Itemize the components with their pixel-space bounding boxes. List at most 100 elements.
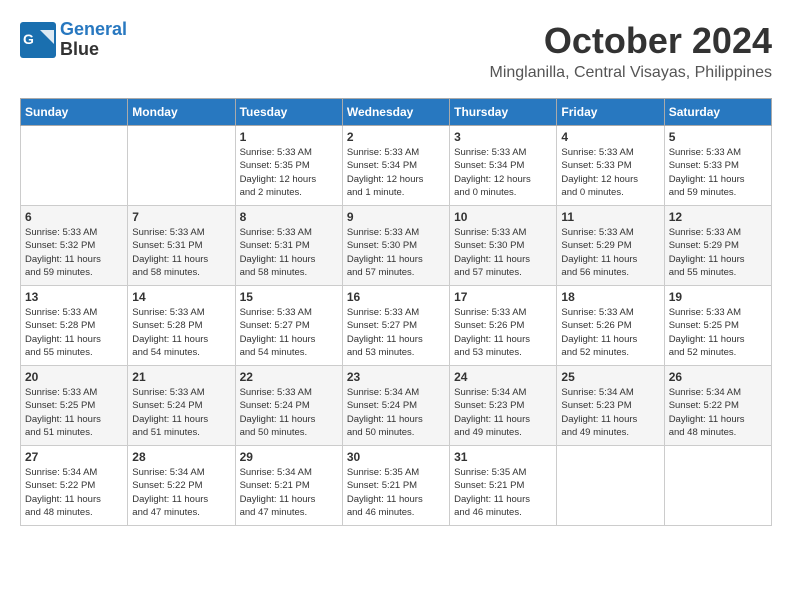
sunset-text: Sunset: 5:34 PM bbox=[454, 160, 524, 171]
sunrise-text: Sunrise: 5:33 AM bbox=[669, 307, 741, 318]
sunset-text: Sunset: 5:31 PM bbox=[240, 240, 310, 251]
week-row-4: 20Sunrise: 5:33 AMSunset: 5:25 PMDayligh… bbox=[21, 366, 772, 446]
sunset-text: Sunset: 5:21 PM bbox=[347, 480, 417, 491]
daylight-text: and 51 minutes. bbox=[25, 427, 93, 438]
col-header-saturday: Saturday bbox=[664, 99, 771, 126]
day-info: Sunrise: 5:33 AM Sunset: 5:28 PM Daylight:… bbox=[25, 306, 123, 359]
daylight-text: Daylight: 11 hours bbox=[454, 494, 530, 505]
week-row-3: 13Sunrise: 5:33 AMSunset: 5:28 PMDayligh… bbox=[21, 286, 772, 366]
sunrise-text: Sunrise: 5:34 AM bbox=[669, 387, 741, 398]
calendar-cell: 5Sunrise: 5:33 AMSunset: 5:33 PMDaylight… bbox=[664, 126, 771, 206]
day-number: 17 bbox=[454, 290, 552, 304]
daylight-text: and 0 minutes. bbox=[454, 187, 516, 198]
day-number: 4 bbox=[561, 130, 659, 144]
calendar-cell: 4Sunrise: 5:33 AMSunset: 5:33 PMDaylight… bbox=[557, 126, 664, 206]
daylight-text: and 46 minutes. bbox=[454, 507, 522, 518]
daylight-text: and 49 minutes. bbox=[454, 427, 522, 438]
sunset-text: Sunset: 5:22 PM bbox=[25, 480, 95, 491]
day-number: 26 bbox=[669, 370, 767, 384]
col-header-wednesday: Wednesday bbox=[342, 99, 449, 126]
daylight-text: and 0 minutes. bbox=[561, 187, 623, 198]
daylight-text: and 49 minutes. bbox=[561, 427, 629, 438]
sunrise-text: Sunrise: 5:33 AM bbox=[25, 307, 97, 318]
day-info: Sunrise: 5:33 AMSunset: 5:34 PMDaylight:… bbox=[347, 146, 445, 199]
sunset-text: Sunset: 5:28 PM bbox=[25, 320, 95, 331]
calendar-cell bbox=[21, 126, 128, 206]
daylight-text: Daylight: 11 hours bbox=[454, 414, 530, 425]
day-number: 7 bbox=[132, 210, 230, 224]
calendar-cell: 2Sunrise: 5:33 AMSunset: 5:34 PMDaylight… bbox=[342, 126, 449, 206]
calendar-cell: 23Sunrise: 5:34 AMSunset: 5:24 PMDayligh… bbox=[342, 366, 449, 446]
sunset-text: Sunset: 5:33 PM bbox=[669, 160, 739, 171]
sunset-text: Sunset: 5:33 PM bbox=[561, 160, 631, 171]
calendar-cell: 21Sunrise: 5:33 AMSunset: 5:24 PMDayligh… bbox=[128, 366, 235, 446]
day-number: 24 bbox=[454, 370, 552, 384]
sunrise-text: Sunrise: 5:34 AM bbox=[561, 387, 633, 398]
sunrise-text: Sunrise: 5:34 AM bbox=[454, 387, 526, 398]
day-info: Sunrise: 5:34 AMSunset: 5:23 PMDaylight:… bbox=[561, 386, 659, 439]
sunrise-text: Sunrise: 5:33 AM bbox=[454, 307, 526, 318]
sunset-text: Sunset: 5:21 PM bbox=[454, 480, 524, 491]
daylight-text: Daylight: 11 hours bbox=[669, 254, 745, 265]
daylight-text: Daylight: 11 hours bbox=[25, 334, 101, 345]
daylight-text: and 58 minutes. bbox=[240, 267, 308, 278]
sunset-text: Sunset: 5:31 PM bbox=[132, 240, 202, 251]
daylight-text: and 54 minutes. bbox=[240, 347, 308, 358]
daylight-text: Daylight: 11 hours bbox=[347, 494, 423, 505]
day-info: Sunrise: 5:34 AM Sunset: 5:23 PM Daylight:… bbox=[454, 386, 552, 439]
sunset-text: Sunset: 5:22 PM bbox=[132, 480, 202, 491]
day-number: 15 bbox=[240, 290, 338, 304]
calendar-cell: 19Sunrise: 5:33 AMSunset: 5:25 PMDayligh… bbox=[664, 286, 771, 366]
sunrise-text: Sunrise: 5:35 AM bbox=[347, 467, 419, 478]
daylight-text: and 1 minute. bbox=[347, 187, 405, 198]
sunrise-text: Sunrise: 5:33 AM bbox=[25, 387, 97, 398]
calendar-cell: 16Sunrise: 5:33 AMSunset: 5:27 PMDayligh… bbox=[342, 286, 449, 366]
daylight-text: and 48 minutes. bbox=[25, 507, 93, 518]
calendar-cell: 30Sunrise: 5:35 AMSunset: 5:21 PMDayligh… bbox=[342, 446, 449, 526]
sunset-text: Sunset: 5:29 PM bbox=[561, 240, 631, 251]
sunset-text: Sunset: 5:24 PM bbox=[240, 400, 310, 411]
day-number: 12 bbox=[669, 210, 767, 224]
day-info: Sunrise: 5:33 AMSunset: 5:28 PMDaylight:… bbox=[132, 306, 230, 359]
day-info: Sunrise: 5:33 AMSunset: 5:27 PMDaylight:… bbox=[347, 306, 445, 359]
calendar-cell: 10Sunrise: 5:33 AMSunset: 5:30 PMDayligh… bbox=[450, 206, 557, 286]
calendar-cell: 20Sunrise: 5:33 AMSunset: 5:25 PMDayligh… bbox=[21, 366, 128, 446]
calendar-cell bbox=[128, 126, 235, 206]
sunrise-text: Sunrise: 5:33 AM bbox=[561, 307, 633, 318]
day-info: Sunrise: 5:33 AMSunset: 5:30 PMDaylight:… bbox=[454, 226, 552, 279]
calendar-cell: 17Sunrise: 5:33 AMSunset: 5:26 PMDayligh… bbox=[450, 286, 557, 366]
sunrise-text: Sunrise: 5:33 AM bbox=[240, 147, 312, 158]
location-title: Minglanilla, Central Visayas, Philippine… bbox=[489, 64, 772, 82]
sunrise-text: Sunrise: 5:34 AM bbox=[347, 387, 419, 398]
calendar-cell: 25Sunrise: 5:34 AMSunset: 5:23 PMDayligh… bbox=[557, 366, 664, 446]
sunset-text: Sunset: 5:26 PM bbox=[561, 320, 631, 331]
daylight-text: Daylight: 12 hours bbox=[454, 174, 531, 185]
daylight-text: Daylight: 11 hours bbox=[669, 174, 745, 185]
day-info: Sunrise: 5:33 AMSunset: 5:30 PMDaylight:… bbox=[347, 226, 445, 279]
sunset-text: Sunset: 5:23 PM bbox=[561, 400, 631, 411]
daylight-text: Daylight: 11 hours bbox=[669, 334, 745, 345]
col-header-thursday: Thursday bbox=[450, 99, 557, 126]
day-number: 19 bbox=[669, 290, 767, 304]
sunrise-text: Sunrise: 5:34 AM bbox=[132, 467, 204, 478]
sunset-text: Sunset: 5:23 PM bbox=[454, 400, 524, 411]
sunset-text: Sunset: 5:30 PM bbox=[454, 240, 524, 251]
day-info: Sunrise: 5:33 AMSunset: 5:24 PMDaylight:… bbox=[240, 386, 338, 439]
calendar-cell: 8Sunrise: 5:33 AMSunset: 5:31 PMDaylight… bbox=[235, 206, 342, 286]
calendar-cell: 3Sunrise: 5:33 AMSunset: 5:34 PMDaylight… bbox=[450, 126, 557, 206]
day-info: Sunrise: 5:33 AMSunset: 5:27 PMDaylight:… bbox=[240, 306, 338, 359]
day-info: Sunrise: 5:35 AM Sunset: 5:21 PM Daylight:… bbox=[454, 466, 552, 519]
week-row-5: 27Sunrise: 5:34 AMSunset: 5:22 PMDayligh… bbox=[21, 446, 772, 526]
sunrise-text: Sunrise: 5:33 AM bbox=[561, 227, 633, 238]
day-info: Sunrise: 5:33 AM Sunset: 5:34 PM Daylight:… bbox=[454, 146, 552, 199]
sunrise-text: Sunrise: 5:33 AM bbox=[132, 387, 204, 398]
day-number: 22 bbox=[240, 370, 338, 384]
sunrise-text: Sunrise: 5:33 AM bbox=[561, 147, 633, 158]
day-number: 21 bbox=[132, 370, 230, 384]
col-header-sunday: Sunday bbox=[21, 99, 128, 126]
calendar-cell bbox=[664, 446, 771, 526]
daylight-text: and 52 minutes. bbox=[669, 347, 737, 358]
day-number: 5 bbox=[669, 130, 767, 144]
sunrise-text: Sunrise: 5:35 AM bbox=[454, 467, 526, 478]
sunrise-text: Sunrise: 5:33 AM bbox=[454, 147, 526, 158]
